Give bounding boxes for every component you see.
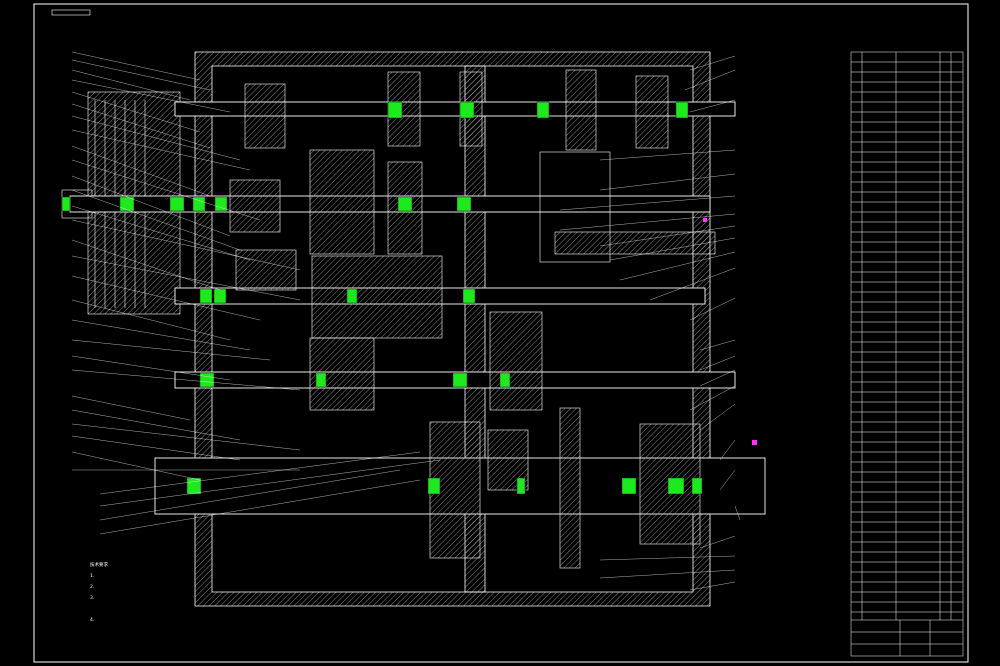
note-line-2: 2. [90, 584, 94, 590]
parts-list-table [850, 51, 964, 657]
cad-drawing-canvas: 技术要求 1. 2. 3. 4. [33, 3, 969, 663]
note-line-1: 1. [90, 573, 94, 579]
note-line-3: 3. [90, 595, 94, 601]
note-line-4: 4. [90, 617, 94, 623]
notes-block: 技术要求 1. 2. 3. 4. [90, 561, 108, 623]
notes-heading: 技术要求 [90, 561, 108, 568]
